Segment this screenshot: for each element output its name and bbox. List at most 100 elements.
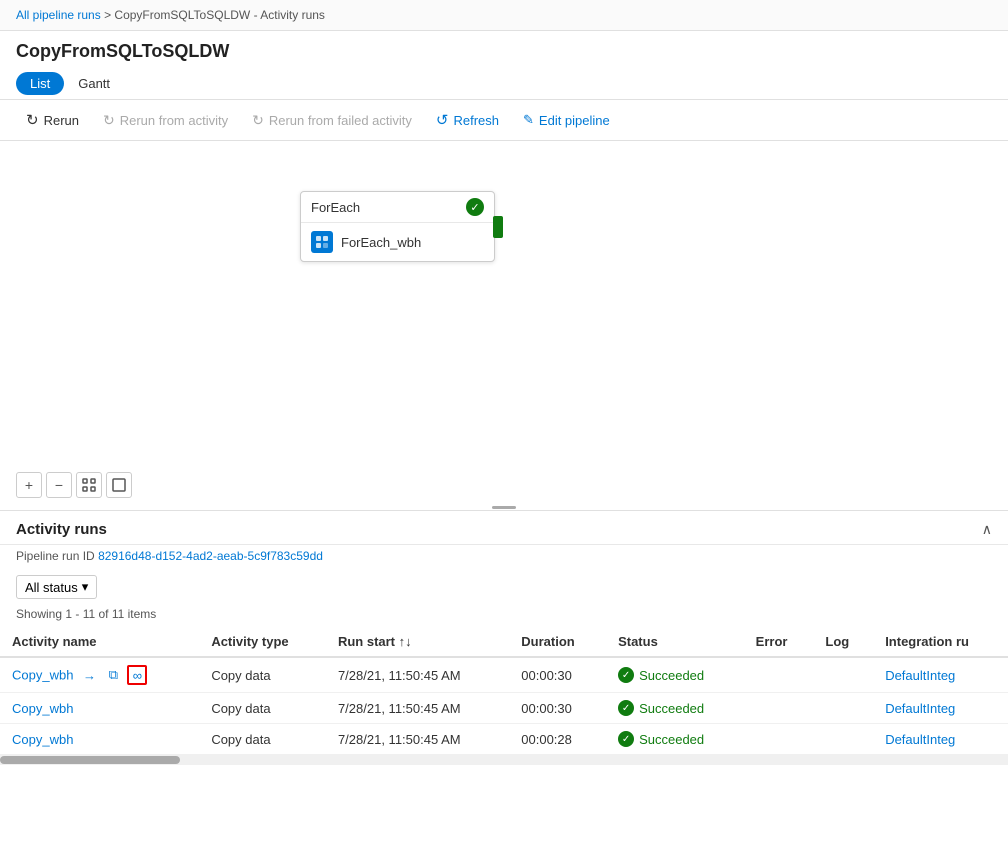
col-duration: Duration bbox=[509, 627, 606, 657]
reset-button[interactable] bbox=[106, 472, 132, 498]
cell-run-start: 7/28/21, 11:50:45 AM bbox=[326, 693, 509, 724]
horizontal-scrollbar[interactable] bbox=[0, 755, 1008, 765]
node-body: ForEach_wbh bbox=[301, 223, 494, 261]
cell-log bbox=[813, 657, 873, 693]
integration-runtime-link[interactable]: DefaultInteg bbox=[885, 701, 955, 716]
chevron-down-icon: ▾ bbox=[82, 579, 89, 595]
table-row: Copy_wbh Copy data 7/28/21, 11:50:45 AM 0… bbox=[0, 724, 1008, 755]
link-icon[interactable]: ∞ bbox=[127, 665, 147, 685]
tab-bar: List Gantt bbox=[0, 68, 1008, 100]
fit-button[interactable] bbox=[76, 472, 102, 498]
cell-status: ✓ Succeeded bbox=[606, 657, 744, 693]
status-text: Succeeded bbox=[639, 668, 704, 683]
breadcrumb-current: CopyFromSQLToSQLDW - Activity runs bbox=[114, 8, 325, 22]
collapse-chevron-icon[interactable]: ∧ bbox=[982, 521, 992, 538]
pipeline-node[interactable]: ForEach ✓ ForEach_wbh bbox=[300, 191, 495, 262]
edit-pipeline-button[interactable]: ✎ Edit pipeline bbox=[513, 107, 620, 133]
cell-error bbox=[744, 657, 814, 693]
status-badge: ✓ Succeeded bbox=[618, 731, 732, 747]
canvas-controls: + − bbox=[16, 472, 132, 498]
tab-list[interactable]: List bbox=[16, 72, 64, 95]
activity-runs-section: Activity runs ∧ Pipeline run ID 82916d48… bbox=[0, 511, 1008, 765]
cell-duration: 00:00:28 bbox=[509, 724, 606, 755]
cell-log bbox=[813, 693, 873, 724]
cell-activity-name: Copy_wbh → ⧉ ∞ bbox=[0, 657, 199, 693]
cell-duration: 00:00:30 bbox=[509, 657, 606, 693]
foreach-icon bbox=[311, 231, 333, 253]
activity-runs-table: Activity name Activity type Run start ↑↓… bbox=[0, 627, 1008, 755]
table-row: Copy_wbh → ⧉ ∞ Copy data 7/28/21, 11:50:… bbox=[0, 657, 1008, 693]
collapse-handle[interactable] bbox=[489, 504, 519, 510]
cell-activity-type: Copy data bbox=[199, 693, 326, 724]
status-badge: ✓ Succeeded bbox=[618, 667, 732, 683]
activity-runs-title: Activity runs bbox=[16, 521, 107, 538]
node-connector bbox=[493, 216, 503, 238]
activity-name-link[interactable]: Copy_wbh bbox=[12, 732, 73, 747]
status-badge: ✓ Succeeded bbox=[618, 700, 732, 716]
status-dot-icon: ✓ bbox=[618, 700, 634, 716]
cell-run-start: 7/28/21, 11:50:45 AM bbox=[326, 724, 509, 755]
cell-log bbox=[813, 724, 873, 755]
refresh-icon: ↺ bbox=[436, 111, 449, 129]
zoom-in-button[interactable]: + bbox=[16, 472, 42, 498]
rerun-from-activity-label: Rerun from activity bbox=[120, 113, 228, 128]
pipeline-run-id-label: Pipeline run ID bbox=[16, 549, 95, 563]
cell-activity-type: Copy data bbox=[199, 724, 326, 755]
cell-run-start: 7/28/21, 11:50:45 AM bbox=[326, 657, 509, 693]
rerun-label: Rerun bbox=[44, 113, 79, 128]
cell-activity-name: Copy_wbh bbox=[0, 724, 199, 755]
status-filter-button[interactable]: All status ▾ bbox=[16, 575, 97, 599]
activity-name-link[interactable]: Copy_wbh bbox=[12, 668, 73, 683]
breadcrumb-separator: > bbox=[104, 8, 111, 22]
rerun-from-failed-button[interactable]: ↻ Rerun from failed activity bbox=[242, 107, 422, 134]
edit-pipeline-label: Edit pipeline bbox=[539, 113, 610, 128]
breadcrumb-link[interactable]: All pipeline runs bbox=[16, 8, 101, 22]
activity-runs-header: Activity runs ∧ bbox=[0, 511, 1008, 545]
refresh-button[interactable]: ↺ Refresh bbox=[426, 106, 509, 134]
activity-name-link[interactable]: Copy_wbh bbox=[12, 701, 73, 716]
integration-runtime-link[interactable]: DefaultInteg bbox=[885, 668, 955, 683]
pipeline-run-id-row: Pipeline run ID 82916d48-d152-4ad2-aeab-… bbox=[0, 545, 1008, 569]
edit-pipeline-icon: ✎ bbox=[523, 112, 534, 128]
col-status: Status bbox=[606, 627, 744, 657]
col-run-start[interactable]: Run start ↑↓ bbox=[326, 627, 509, 657]
status-text: Succeeded bbox=[639, 701, 704, 716]
rerun-from-activity-icon: ↻ bbox=[103, 112, 115, 129]
showing-text: Showing 1 - 11 of 11 items bbox=[0, 605, 1008, 627]
filter-row: All status ▾ bbox=[0, 569, 1008, 605]
tab-gantt[interactable]: Gantt bbox=[64, 72, 124, 95]
cell-activity-name: Copy_wbh bbox=[0, 693, 199, 724]
cell-error bbox=[744, 693, 814, 724]
rerun-from-failed-label: Rerun from failed activity bbox=[269, 113, 412, 128]
integration-runtime-link[interactable]: DefaultInteg bbox=[885, 732, 955, 747]
rerun-from-activity-button[interactable]: ↻ Rerun from activity bbox=[93, 107, 238, 134]
node-header: ForEach ✓ bbox=[301, 192, 494, 223]
canvas-area: ForEach ✓ ForEach_wbh + − bbox=[0, 141, 1008, 511]
col-activity-name: Activity name bbox=[0, 627, 199, 657]
status-dot-icon: ✓ bbox=[618, 731, 634, 747]
zoom-out-button[interactable]: − bbox=[46, 472, 72, 498]
collapse-line bbox=[492, 506, 516, 509]
status-dot-icon: ✓ bbox=[618, 667, 634, 683]
rerun-button[interactable]: ↻ Rerun bbox=[16, 106, 89, 134]
cell-error bbox=[744, 724, 814, 755]
copy-icon[interactable]: ⧉ bbox=[103, 665, 123, 685]
cell-integration-runtime: DefaultInteg bbox=[873, 693, 1008, 724]
rerun-icon: ↻ bbox=[26, 111, 39, 129]
col-error: Error bbox=[744, 627, 814, 657]
refresh-label: Refresh bbox=[453, 113, 499, 128]
node-child-label: ForEach_wbh bbox=[341, 235, 421, 250]
cell-status: ✓ Succeeded bbox=[606, 693, 744, 724]
cell-activity-type: Copy data bbox=[199, 657, 326, 693]
row-actions: → ⧉ ∞ bbox=[79, 665, 147, 685]
col-log: Log bbox=[813, 627, 873, 657]
node-title: ForEach bbox=[311, 200, 360, 215]
horizontal-scrollbar-thumb[interactable] bbox=[0, 756, 180, 764]
status-filter-label: All status bbox=[25, 580, 78, 595]
rerun-from-failed-icon: ↻ bbox=[252, 112, 264, 129]
cell-integration-runtime: DefaultInteg bbox=[873, 657, 1008, 693]
navigate-icon[interactable]: → bbox=[79, 665, 99, 685]
pipeline-run-id-link[interactable]: 82916d48-d152-4ad2-aeab-5c9f783c59dd bbox=[98, 549, 323, 563]
breadcrumb: All pipeline runs > CopyFromSQLToSQLDW -… bbox=[0, 0, 1008, 31]
status-text: Succeeded bbox=[639, 732, 704, 747]
